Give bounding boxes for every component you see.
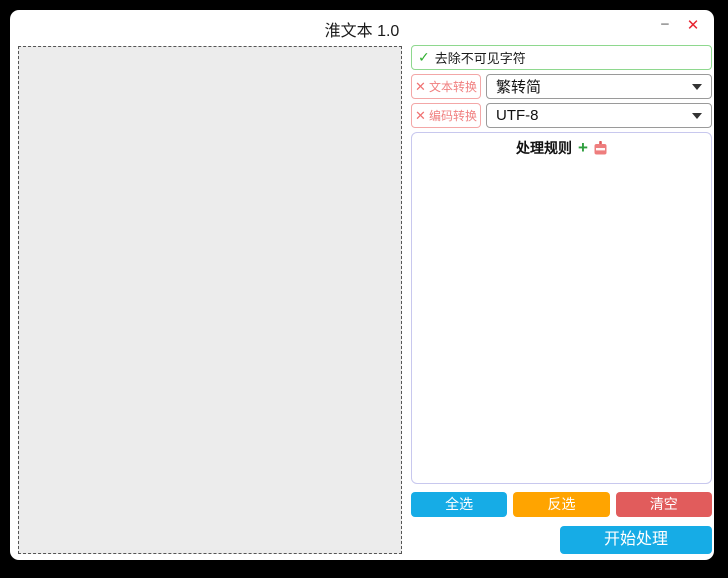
add-rule-icon[interactable]: + <box>578 141 588 155</box>
rules-header-label: 处理规则 <box>516 138 572 158</box>
option-text-convert[interactable]: ✕ 文本转换 <box>411 74 481 99</box>
x-icon: ✕ <box>415 79 426 95</box>
window-controls: − ✕ <box>656 16 702 36</box>
option-remove-invisible[interactable]: ✓ 去除不可见字符 <box>411 45 712 70</box>
option-encoding-convert[interactable]: ✕ 编码转换 <box>411 103 481 128</box>
selection-buttons: 全选 反选 清空 <box>411 492 712 517</box>
encoding-convert-select[interactable]: UTF-8 <box>486 103 712 128</box>
invert-selection-button[interactable]: 反选 <box>513 492 609 517</box>
clear-rules-icon[interactable] <box>594 141 607 155</box>
check-icon: ✓ <box>418 49 430 66</box>
encoding-convert-value: UTF-8 <box>496 107 692 124</box>
minimize-button[interactable]: − <box>656 16 674 36</box>
titlebar: 淮文本 1.0 − ✕ <box>10 10 714 44</box>
option-encoding-convert-label: 编码转换 <box>429 107 477 124</box>
rules-header: 处理规则 + <box>412 138 711 158</box>
close-button[interactable]: ✕ <box>684 16 702 36</box>
x-icon: ✕ <box>415 108 426 124</box>
file-drop-zone[interactable] <box>18 46 402 554</box>
select-all-button[interactable]: 全选 <box>411 492 507 517</box>
text-convert-value: 繁转简 <box>496 76 692 97</box>
chevron-down-icon <box>692 113 702 119</box>
option-remove-invisible-label: 去除不可见字符 <box>435 48 526 67</box>
options-panel: ✓ 去除不可见字符 ✕ 文本转换 繁转简 ✕ 编码转换 UTF-8 <box>411 45 712 554</box>
start-row: 开始处理 <box>411 526 712 554</box>
rules-list[interactable]: 处理规则 + <box>411 132 712 484</box>
option-text-convert-label: 文本转换 <box>429 78 477 95</box>
start-processing-button[interactable]: 开始处理 <box>560 526 712 554</box>
text-convert-select[interactable]: 繁转简 <box>486 74 712 99</box>
app-window: 淮文本 1.0 − ✕ ✓ 去除不可见字符 ✕ 文本转换 繁转简 <box>10 10 714 560</box>
window-title: 淮文本 1.0 <box>10 17 714 41</box>
chevron-down-icon <box>692 84 702 90</box>
clear-button[interactable]: 清空 <box>616 492 712 517</box>
